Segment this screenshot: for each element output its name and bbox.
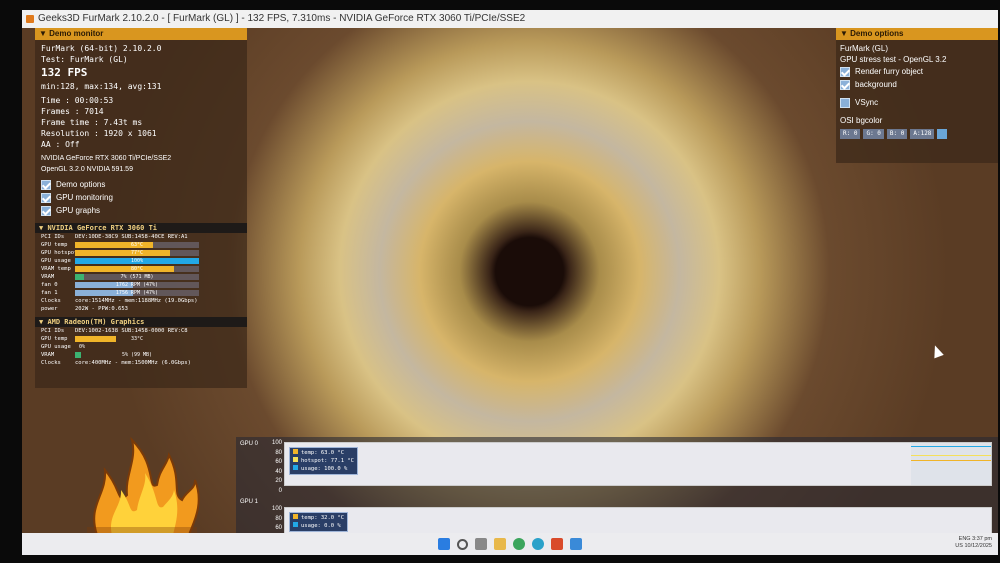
gpu0-hotspot-row: GPU hotspot 77°C (35, 249, 247, 257)
checkbox-checked-icon (41, 192, 51, 203)
frame-time-readout: Frame time : 7.43t ms (41, 118, 143, 127)
bgcolor-g-field[interactable]: G: 0 (863, 129, 884, 139)
gpu1-pci-row: PCI IDs DEV:1002-1638 SUB:1458-0000 REV:C… (41, 328, 188, 334)
bgcolor-r-field[interactable]: R: 0 (840, 129, 861, 139)
demo-monitor-header[interactable]: ▼ Demo monitor (35, 28, 247, 40)
bgcolor-b-field[interactable]: B: 0 (886, 129, 908, 139)
options-demo-name: FurMark (GL) (840, 44, 888, 53)
search-icon[interactable] (457, 538, 468, 550)
usage-swatch-icon (293, 465, 298, 470)
temp-swatch-icon (293, 514, 298, 519)
furmark-taskbar-icon[interactable] (551, 538, 563, 550)
gpu1-vram-row: VRAM 5% (99 MB) (41, 352, 153, 358)
gpu0-graph-trace (911, 443, 991, 485)
checkbox-checked-icon (840, 66, 850, 77)
checkbox-checked-icon (840, 79, 850, 90)
demo-options-checkbox[interactable]: Demo options (35, 178, 247, 191)
collapse-arrow-icon: ▼ (39, 29, 50, 38)
gpu1-graph-legend: temp: 32.0 °C usage: 0.0 % (289, 512, 349, 532)
gpu0-graph-plot: temp: 63.0 °C hotspot: 77.1 °C usage: 10… (284, 442, 992, 486)
gpu1-temp-row: GPU temp 33°C (41, 336, 144, 342)
bgcolor-swatch[interactable] (937, 129, 948, 139)
window-titlebar: Geeks3D FurMark 2.10.2.0 - [ FurMark (GL… (22, 10, 998, 28)
gpu1-header[interactable]: ▼ AMD Radeon(TM) Graphics (35, 317, 247, 327)
mouse-cursor-icon (930, 343, 944, 359)
gpu-graphs-checkbox[interactable]: GPU graphs (35, 204, 247, 217)
background-checkbox[interactable]: background (836, 78, 998, 91)
app-name: FurMark (64-bit) 2.10.2.0 (41, 44, 162, 53)
gpu1-graph-label: GPU 1 (240, 499, 259, 505)
temp-swatch-icon (293, 449, 298, 454)
chrome-icon[interactable] (513, 538, 525, 550)
checkbox-checked-icon (41, 205, 51, 216)
resolution-readout: Resolution : 1920 x 1061 (41, 129, 157, 138)
opengl-version: OpenGL 3.2.0 NVIDIA 591.59 (41, 166, 133, 173)
bgcolor-label: OSI bgcolor (840, 116, 883, 125)
gpu0-graph-axis: 100 80 60 40 20 0 (271, 440, 282, 494)
gpu1-clocks-row: Clocks core:400MHz - mem:1500MHz (6.0Gbps… (41, 360, 191, 366)
checkbox-unchecked-icon (840, 97, 850, 108)
bgcolor-a-field[interactable]: A:128 (910, 129, 935, 139)
collapse-arrow-icon: ▼ (840, 29, 851, 38)
fps-readout: 132 FPS (41, 66, 88, 79)
gpu0-pci-row: PCI IDs DEV:10DE-38C9 SUB:1458-40CE REV:A… (41, 234, 188, 240)
usage-swatch-icon (293, 522, 298, 527)
demo-options-panel: ▼ Demo options FurMark (GL) GPU stress t… (836, 28, 998, 163)
task-view-icon[interactable] (475, 538, 487, 550)
furmark-app-icon (26, 15, 34, 23)
gpu0-header[interactable]: ▼ NVIDIA GeForce RTX 3060 Ti (35, 223, 247, 233)
demo-options-header[interactable]: ▼ Demo options (836, 28, 998, 40)
test-name: Test: FurMark (GL) (41, 55, 128, 64)
gpu0-graph-label: GPU 0 (240, 441, 259, 447)
taskbar: ENG 3:37 pm US 10/12/2025 (22, 533, 998, 555)
gpu0-clocks-row: Clocks core:1514MHz - mem:1188MHz (19.0Gb… (41, 298, 198, 304)
app-taskbar-icon[interactable] (570, 538, 582, 550)
gpu0-temp-row: GPU temp 63°C (35, 241, 247, 249)
fps-stats: min:128, max:134, avg:131 (41, 82, 162, 91)
gpu0-power-row: power 202W - PPW:0.653 (41, 306, 128, 312)
checkbox-checked-icon (41, 179, 51, 190)
gpu0-fan0-row: fan 0 1762 RPM (47%) (35, 281, 247, 289)
gpu-monitoring-checkbox[interactable]: GPU monitoring (35, 191, 247, 204)
aa-readout: AA : Off (41, 140, 80, 149)
vsync-checkbox[interactable]: VSync (836, 96, 998, 109)
furmark-screen: Geeks3D FurMark 2.10.2.0 - [ FurMark (GL… (22, 10, 998, 555)
gpu1-usage-row: GPU usage 0% (41, 344, 86, 350)
gpu-renderer: NVIDIA GeForce RTX 3060 Ti/PCIe/SSE2 (41, 155, 172, 162)
edge-icon[interactable] (532, 538, 544, 550)
gpu0-vram-row: VRAM 7% (571 MB) (35, 273, 247, 281)
hotspot-swatch-icon (293, 457, 298, 462)
gpu0-usage-row: GPU usage 100% (35, 257, 247, 265)
file-explorer-icon[interactable] (494, 538, 506, 550)
gpu0-graph: GPU 0 100 80 60 40 20 0 temp: 63.0 °C hotspo… (236, 437, 998, 494)
gpu0-graph-legend: temp: 63.0 °C hotspot: 77.1 °C usage: 10… (289, 447, 358, 475)
frames-readout: Frames : 7014 (41, 107, 104, 116)
gpu0-vram-temp-row: VRAM temp 80°C (35, 265, 247, 273)
window-title: Geeks3D FurMark 2.10.2.0 - [ FurMark (GL… (38, 13, 526, 24)
options-subtitle: GPU stress test - OpenGL 3.2 (840, 55, 947, 64)
system-tray[interactable]: ENG 3:37 pm US 10/12/2025 (955, 536, 992, 550)
render-furry-object-checkbox[interactable]: Render furry object (836, 65, 998, 78)
bgcolor-fields: R: 0 G: 0 B: 0 A:128 (836, 129, 998, 139)
windows-start-icon[interactable] (438, 538, 450, 550)
demo-monitor-panel: ▼ Demo monitor FurMark (64-bit) 2.10.2.0… (35, 28, 247, 388)
gpu0-fan1-row: fan 1 1756 RPM (47%) (35, 289, 247, 297)
time-readout: Time : 00:00:53 (41, 96, 114, 105)
